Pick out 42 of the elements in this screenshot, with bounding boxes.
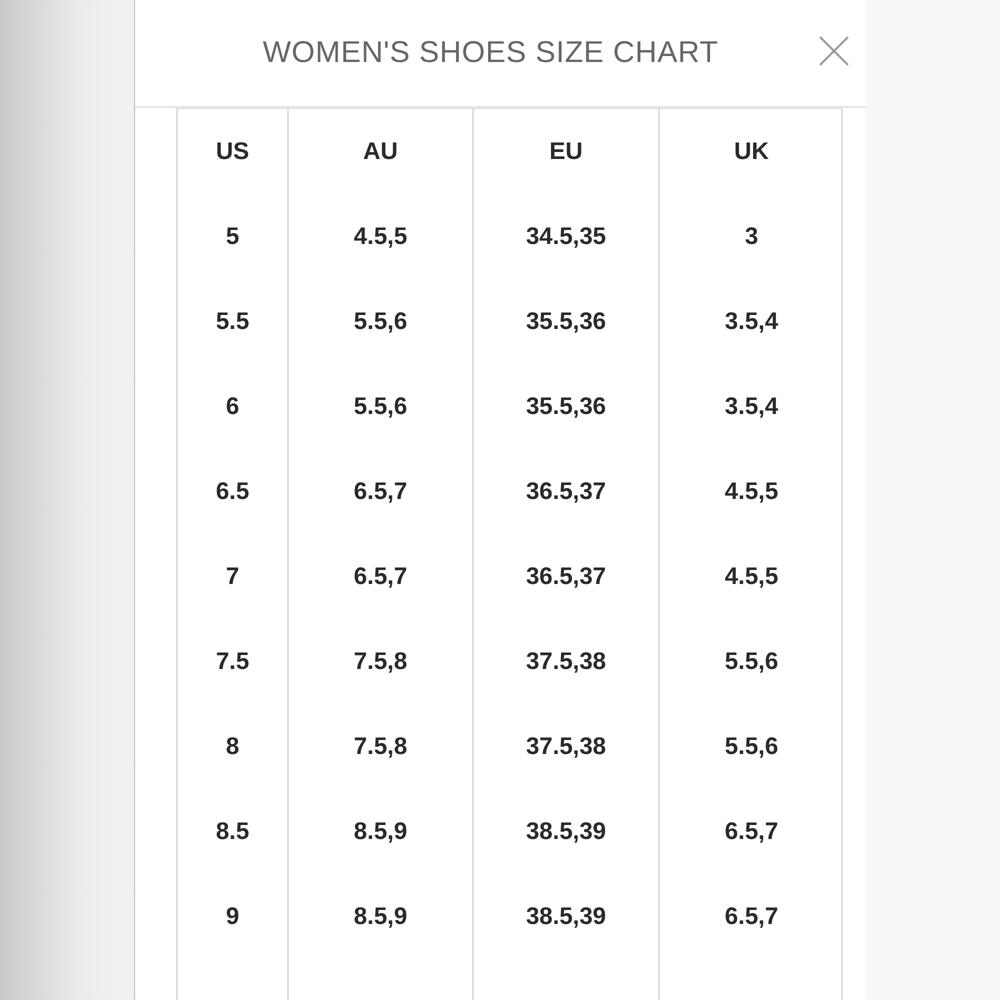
table-cell: 5.5,6 — [658, 704, 843, 789]
table-cell: 7 — [176, 534, 287, 619]
table-cell: 3.5,4 — [658, 364, 843, 449]
table-cell: 7.5 — [176, 619, 287, 704]
table-cell: 4.5,5 — [658, 534, 843, 619]
table-cell: 8.5,9 — [287, 874, 472, 959]
table-cell: 6.5,7 — [287, 449, 472, 534]
table-cell: 9 — [176, 874, 287, 959]
table-cell: 8 — [176, 704, 287, 789]
table-cell: 6.5 — [176, 449, 287, 534]
close-icon[interactable] — [819, 36, 849, 66]
table-cell: 4.5,5 — [658, 449, 843, 534]
table-cell: 37.5,38 — [472, 704, 658, 789]
table-cell: 34.5,35 — [472, 194, 658, 279]
table-cell: 36.5,37 — [472, 449, 658, 534]
table-cell: 5.5 — [176, 279, 287, 364]
table-cell: 6.5,7 — [658, 874, 843, 959]
table-cell: 5.5,6 — [287, 364, 472, 449]
table-cell: 7.5,8 — [287, 619, 472, 704]
table-cell: 4.5,5 — [287, 194, 472, 279]
column-header: US — [176, 109, 287, 194]
table-cell: 35.5,36 — [472, 279, 658, 364]
column-header: AU — [287, 109, 472, 194]
table-cell: 6.5,7 — [658, 789, 843, 874]
table-cell: 8.5 — [176, 789, 287, 874]
table-cell: 6.5,7 — [287, 534, 472, 619]
table-cell: 6 — [176, 364, 287, 449]
dialog-title: WOMEN'S SHOES SIZE CHART — [262, 36, 718, 70]
table-cell: 37.5,38 — [472, 619, 658, 704]
table-cell: 5 — [176, 194, 287, 279]
table-cell: 3 — [658, 194, 843, 279]
table-cell: 38.5,39 — [472, 789, 658, 874]
table-cell: 3.5,4 — [658, 279, 843, 364]
table-cell: 38.5,39 — [472, 874, 658, 959]
table-cell: 35.5,36 — [472, 364, 658, 449]
table-cell: 5.5,6 — [658, 619, 843, 704]
column-header: UK — [658, 109, 843, 194]
column-header: EU — [472, 109, 658, 194]
table-cell: 7.5,8 — [287, 704, 472, 789]
table-cell: 8.5,9 — [287, 789, 472, 874]
table-cell: 36.5,37 — [472, 534, 658, 619]
table-cell: 5.5,6 — [287, 279, 472, 364]
